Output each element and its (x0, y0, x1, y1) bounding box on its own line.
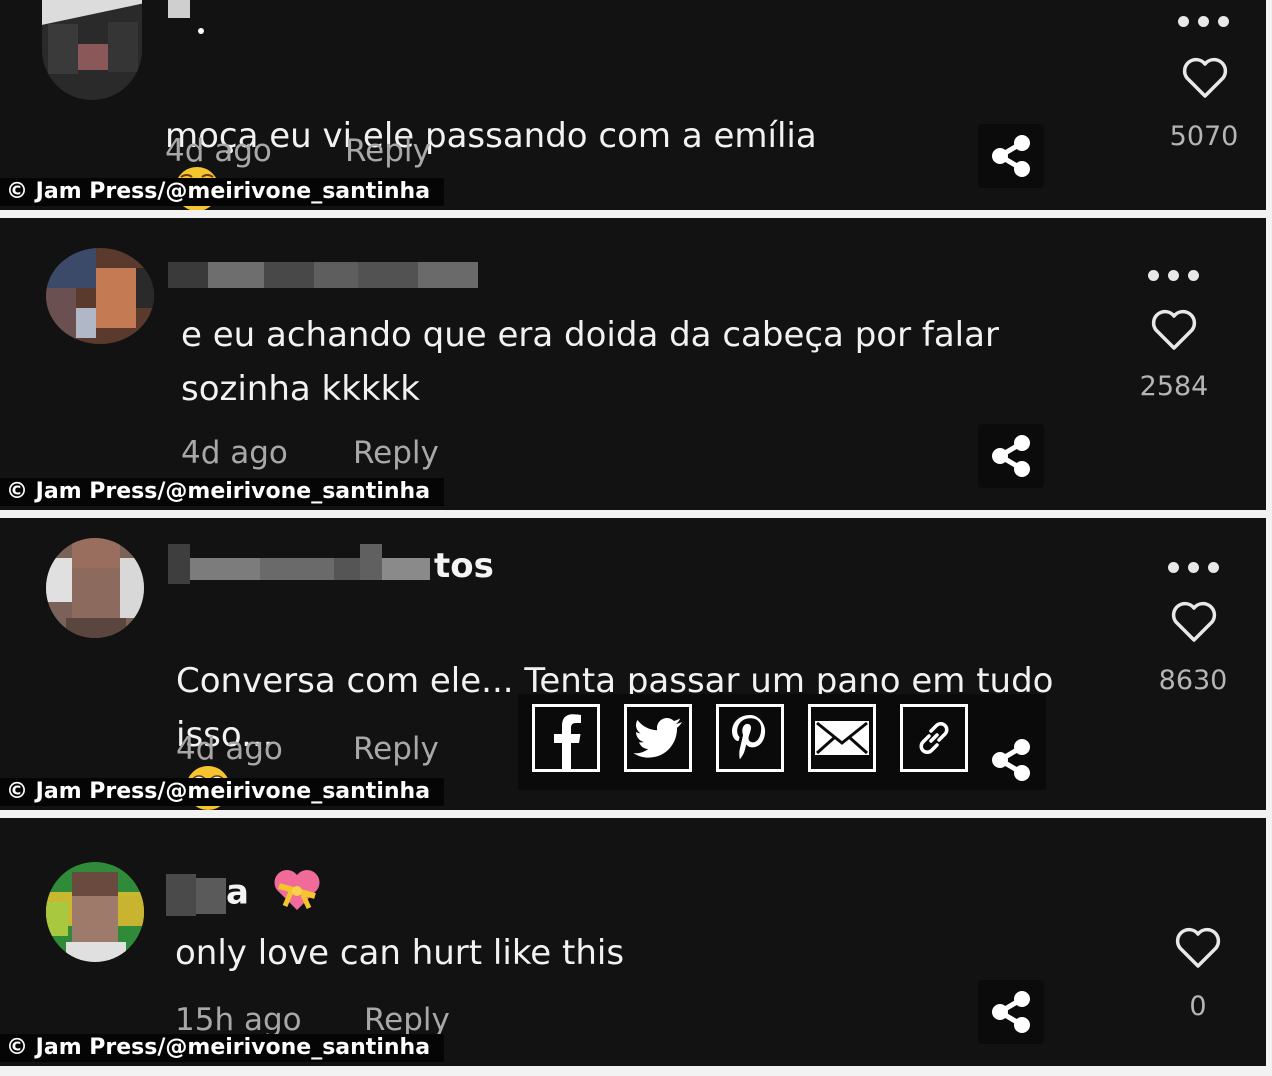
share-button[interactable] (978, 124, 1044, 188)
share-button[interactable] (978, 980, 1044, 1044)
photo-credit: © Jam Press/@meirivone_santinha (0, 1034, 445, 1062)
share-icon (992, 991, 1030, 1033)
twitter-share-button[interactable] (624, 704, 692, 772)
username[interactable]: tos (434, 548, 494, 584)
like-count: 5070 (1169, 121, 1239, 152)
avatar[interactable] (46, 862, 144, 962)
share-options-bar (518, 694, 1046, 790)
email-share-button[interactable] (808, 704, 876, 772)
like-heart-icon[interactable] (1170, 600, 1218, 644)
facebook-icon (554, 714, 581, 769)
like-heart-icon[interactable] (1174, 926, 1222, 970)
blurred-username[interactable] (166, 874, 226, 916)
comment-time: 15h ago (175, 1002, 302, 1038)
email-icon (815, 721, 869, 755)
reply-button[interactable]: Reply (364, 1002, 450, 1038)
blurred-username[interactable] (168, 544, 434, 584)
comment-card-4: a only love can hurt like this 15h ago R… (0, 818, 1266, 1066)
comment-time: 4d ago (181, 435, 288, 471)
comment-time: 4d ago (165, 133, 272, 169)
comment-time: 4d ago (176, 731, 283, 767)
pinterest-share-button[interactable] (716, 704, 784, 772)
facebook-share-button[interactable] (532, 704, 600, 772)
like-count: 8630 (1158, 665, 1228, 696)
avatar[interactable] (42, 0, 142, 100)
reply-button[interactable]: Reply (353, 731, 439, 767)
twitter-icon (633, 718, 682, 758)
share-icon (992, 135, 1030, 177)
more-options-icon[interactable] (1146, 270, 1202, 282)
username[interactable]: a (226, 870, 323, 914)
like-heart-icon[interactable] (1150, 308, 1198, 352)
reply-button[interactable]: Reply (345, 133, 431, 169)
blurred-username[interactable] (168, 0, 208, 18)
share-icon (992, 435, 1030, 477)
share-button[interactable] (978, 424, 1044, 488)
comment-text: e eu achando que era doida da cabeça por… (181, 315, 999, 409)
dot (198, 28, 204, 34)
link-icon (919, 722, 949, 754)
like-count: 2584 (1139, 371, 1209, 402)
comment-text: only love can hurt like this (175, 933, 625, 973)
avatar[interactable] (46, 248, 154, 344)
photo-credit: © Jam Press/@meirivone_santinha (0, 478, 445, 506)
like-count: 0 (1189, 991, 1207, 1022)
photo-credit: © Jam Press/@meirivone_santinha (0, 178, 445, 206)
photo-credit: © Jam Press/@meirivone_santinha (0, 778, 445, 806)
comment-card-2: e eu achando que era doida da cabeça por… (0, 218, 1266, 510)
comment-card-3: tos Conversa com ele... Tenta passar um … (0, 518, 1266, 810)
comment-card-1: moça eu vi ele passando com a emília 4d … (0, 0, 1266, 210)
like-heart-icon[interactable] (1181, 56, 1229, 100)
share-icon[interactable] (990, 738, 1032, 782)
pinterest-icon (732, 715, 766, 759)
more-options-icon[interactable] (1176, 16, 1232, 28)
reply-button[interactable]: Reply (353, 435, 439, 471)
more-options-icon[interactable] (1166, 562, 1222, 574)
copy-link-share-button[interactable] (900, 704, 968, 772)
heart-with-ribbon-icon (274, 870, 320, 910)
blurred-username[interactable] (168, 262, 480, 288)
avatar[interactable] (46, 538, 144, 638)
